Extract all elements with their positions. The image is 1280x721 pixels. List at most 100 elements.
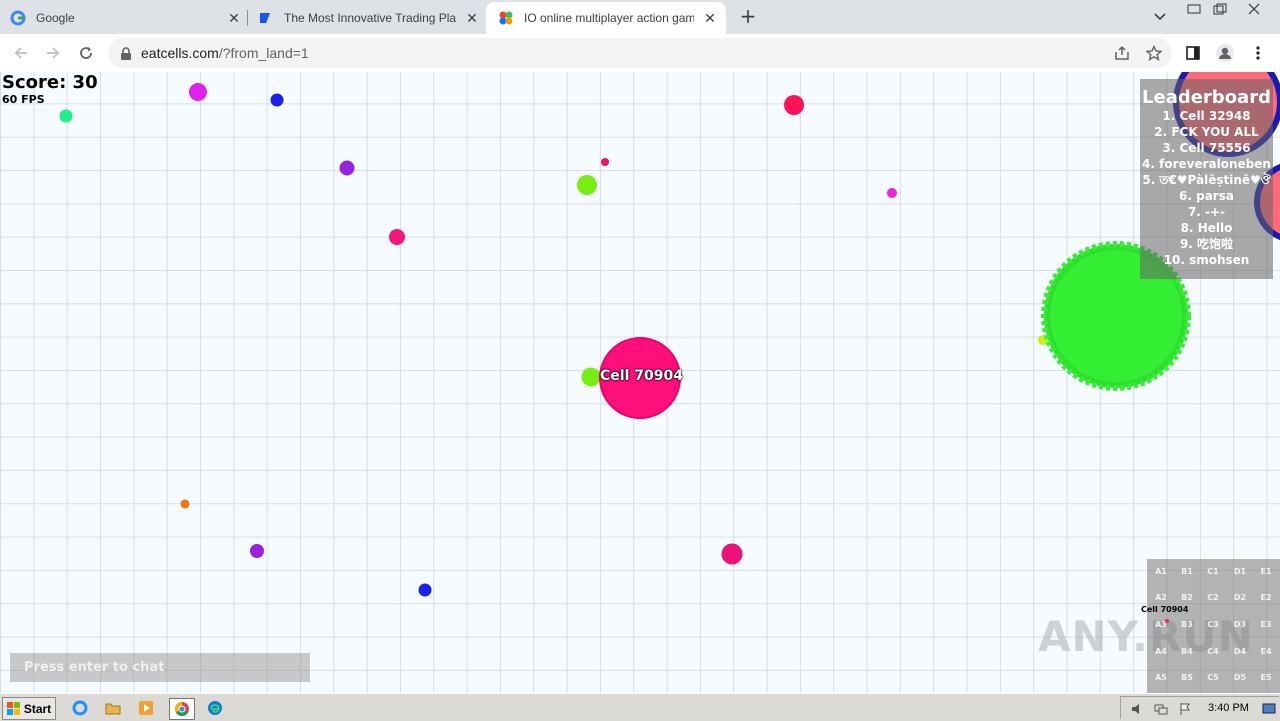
- food-pellet: [180, 499, 190, 509]
- start-label: Start: [23, 701, 52, 716]
- network-icon[interactable]: [1151, 699, 1171, 719]
- score-display: Score: 30: [2, 72, 98, 93]
- minimap-cell: A2: [1155, 593, 1167, 602]
- menu-kebab-icon[interactable]: [1247, 42, 1269, 64]
- close-window-icon[interactable]: [1244, 2, 1264, 16]
- minimap-cell: A3: [1155, 620, 1167, 629]
- food-pellet: [581, 367, 601, 387]
- food-pellet: [577, 175, 597, 195]
- restore-icon[interactable]: [1212, 2, 1228, 16]
- minimap-player-label: Cell 70904: [1141, 605, 1189, 614]
- minimap-cell: D5: [1233, 673, 1247, 682]
- taskbar: Start 3:40 PM: [0, 693, 1280, 721]
- minimap-cell: A1: [1155, 567, 1167, 576]
- minimap-cell: D4: [1233, 647, 1247, 656]
- minimap-player-dot: [1165, 619, 1169, 623]
- tab-game[interactable]: IO online multiplayer action game. St ✕: [486, 2, 726, 34]
- minimap-cell: D1: [1233, 567, 1247, 576]
- minimap-cell: C4: [1207, 647, 1219, 656]
- game-icon: [498, 10, 514, 26]
- food-pellet: [418, 583, 432, 597]
- url-host: eatcells.com: [141, 45, 219, 61]
- side-panel-icon[interactable]: [1182, 42, 1204, 64]
- tab-separator: [247, 10, 248, 26]
- food-pellet: [189, 83, 207, 101]
- start-button[interactable]: Start: [2, 697, 56, 720]
- close-icon[interactable]: ✕: [464, 10, 480, 26]
- chrome-icon[interactable]: [169, 698, 195, 720]
- minimap-cell: D2: [1233, 593, 1247, 602]
- minimap-cell: E4: [1260, 647, 1272, 656]
- leaderboard-entry: 10. smohsen: [1163, 253, 1250, 267]
- minimize-icon[interactable]: [1186, 2, 1202, 16]
- food-pellet: [59, 109, 73, 123]
- leaderboard-title: Leaderboard: [1142, 87, 1271, 108]
- minimap-cell: A5: [1155, 673, 1167, 682]
- new-tab-icon[interactable]: +: [738, 4, 758, 28]
- food-pellet: [389, 229, 405, 245]
- tab-title: The Most Innovative Trading Platform: [284, 11, 456, 25]
- flag-icon[interactable]: [1175, 699, 1195, 719]
- food-pellet: [784, 95, 804, 115]
- minimap-cell: E1: [1260, 567, 1272, 576]
- minimap-cell: B1: [1181, 567, 1193, 576]
- show-desktop-icon[interactable]: [1259, 699, 1279, 719]
- food-pellet: [601, 158, 609, 166]
- minimap-cell: E2: [1260, 593, 1272, 602]
- profile-avatar-icon[interactable]: [1214, 42, 1236, 64]
- leaderboard-entry: 6. parsa: [1179, 189, 1234, 203]
- tab-search-chevron-icon[interactable]: [1150, 8, 1170, 26]
- minimap-cell: C1: [1207, 567, 1219, 576]
- taskbar-clock: 3:40 PM: [1208, 702, 1249, 714]
- trading-icon: [258, 10, 274, 26]
- windows-logo-icon: [6, 701, 20, 715]
- system-tray: [1120, 696, 1279, 719]
- leaderboard-entry: 1. Cell 32948: [1162, 109, 1251, 123]
- address-bar[interactable]: eatcells.com/?from_land=1: [108, 38, 1172, 68]
- minimap-cell: D3: [1233, 620, 1247, 629]
- leaderboard-entry: 5. ত€♥Pàlēștinē♥ঔ: [1142, 173, 1271, 187]
- food-pellet: [887, 188, 897, 198]
- volume-icon[interactable]: [1127, 699, 1147, 719]
- player-name-label: Cell 70904: [600, 368, 683, 384]
- leaderboard-entry: 2. FCK YOU ALL: [1154, 125, 1259, 139]
- folder-icon[interactable]: [103, 698, 123, 718]
- leaderboard-entry: 4. foreveraloneben: [1142, 157, 1271, 171]
- share-icon[interactable]: [1111, 42, 1133, 64]
- url-text: eatcells.com/?from_land=1: [141, 45, 309, 61]
- leaderboard-entry: 7. -+-: [1187, 205, 1226, 219]
- chat-placeholder: Press enter to chat: [24, 660, 165, 675]
- tab-google[interactable]: Google ✕: [10, 2, 242, 34]
- browser-toolbar: eatcells.com/?from_land=1: [0, 34, 1280, 73]
- url-path: /?from_land=1: [218, 45, 309, 61]
- minimap-cell: C3: [1207, 620, 1219, 629]
- leaderboard-entry: 9. 吃饱啦: [1179, 237, 1234, 251]
- minimap-cell: E5: [1260, 673, 1272, 682]
- close-icon[interactable]: ✕: [226, 10, 242, 26]
- minimap-cell: B2: [1181, 593, 1193, 602]
- minimap-cell: A4: [1155, 647, 1167, 656]
- google-icon: [10, 10, 26, 26]
- lock-icon[interactable]: [120, 46, 132, 65]
- food-pellet: [250, 544, 264, 558]
- tab-trading[interactable]: The Most Innovative Trading Platform ✕: [258, 2, 480, 34]
- food-pellet: [721, 543, 743, 565]
- minimap-cell: B3: [1181, 620, 1193, 629]
- media-player-icon[interactable]: [136, 698, 156, 718]
- bookmark-star-icon[interactable]: [1143, 42, 1165, 64]
- food-pellet: [339, 160, 355, 176]
- chat-input[interactable]: Press enter to chat: [10, 653, 310, 682]
- minimap-cell: C5: [1207, 673, 1219, 682]
- food-pellet: [270, 93, 284, 107]
- browser-tab-bar: Google ✕ The Most Innovative Trading Pla…: [0, 0, 1280, 34]
- leaderboard-entry: 8. Hello: [1180, 221, 1233, 235]
- leaderboard-entry: 3. Cell 75556: [1162, 141, 1251, 155]
- ie-icon[interactable]: [70, 698, 90, 718]
- reload-icon[interactable]: [75, 42, 97, 64]
- edge-icon[interactable]: [205, 698, 225, 718]
- forward-arrow-icon[interactable]: [42, 42, 64, 64]
- minimap: A1 B1 C1 D1 E1 A2 B2 C2 D2 E2 A3 B3 C3 D…: [1141, 559, 1280, 693]
- close-icon[interactable]: ✕: [702, 10, 718, 26]
- back-arrow-icon[interactable]: [10, 42, 32, 64]
- game-canvas[interactable]: Cell 70904 Score: 30 60 FPS Leaderboard …: [0, 72, 1280, 693]
